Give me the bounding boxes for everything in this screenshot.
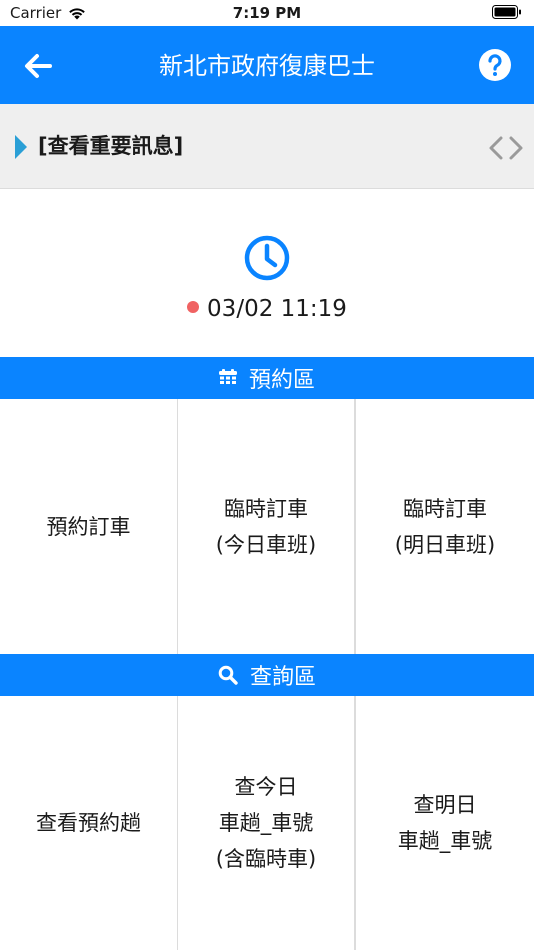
clock-icon — [244, 235, 290, 281]
temp-booking-today-button[interactable]: 臨時訂車 (今日車班) — [178, 399, 354, 654]
clock-panel: 03/02 11:19 — [0, 189, 534, 358]
current-time: 03/02 11:19 — [207, 296, 347, 322]
query-tomorrow-trips-button[interactable]: 查明日 車趟_車號 — [356, 696, 534, 950]
view-reservations-button[interactable]: 查看預約趟 — [0, 696, 177, 950]
chevron-left-icon[interactable] — [484, 132, 506, 164]
current-time-display: 03/02 11:19 — [0, 293, 534, 325]
play-icon — [15, 135, 27, 159]
status-dot — [187, 300, 200, 313]
reserve-booking-button[interactable]: 預約訂車 — [0, 399, 177, 654]
message-marquee[interactable]: [查看重要訊息] — [0, 104, 534, 189]
status-bar: Carrier 7:19 PM — [0, 0, 534, 26]
calendar-icon — [218, 369, 237, 384]
nav-bar: 新北市政府復康巴士 — [0, 26, 534, 104]
temp-booking-tomorrow-button[interactable]: 臨時訂車 (明日車班) — [356, 399, 534, 654]
important-message-link[interactable]: [查看重要訊息] — [38, 130, 183, 162]
query-today-trips-button[interactable]: 查今日 車趟_車號 (含臨時車) — [178, 696, 354, 950]
status-time: 7:19 PM — [232, 4, 302, 22]
reservation-grid: 預約訂車 臨時訂車 (今日車班) 臨時訂車 (明日車班) — [0, 399, 534, 654]
page-title: 新北市政府復康巴士 — [159, 52, 375, 80]
reservation-section-title: 預約區 — [248, 368, 315, 393]
search-icon — [218, 665, 238, 685]
query-section-title: 查詢區 — [249, 665, 316, 690]
help-icon[interactable] — [478, 48, 512, 82]
battery-icon — [492, 5, 521, 19]
reservation-section-header: 預約區 — [0, 357, 534, 399]
query-section-header: 查詢區 — [0, 654, 534, 696]
chevron-right-icon[interactable] — [506, 132, 528, 164]
query-grid: 查看預約趟 查今日 車趟_車號 (含臨時車) 查明日 車趟_車號 — [0, 696, 534, 950]
